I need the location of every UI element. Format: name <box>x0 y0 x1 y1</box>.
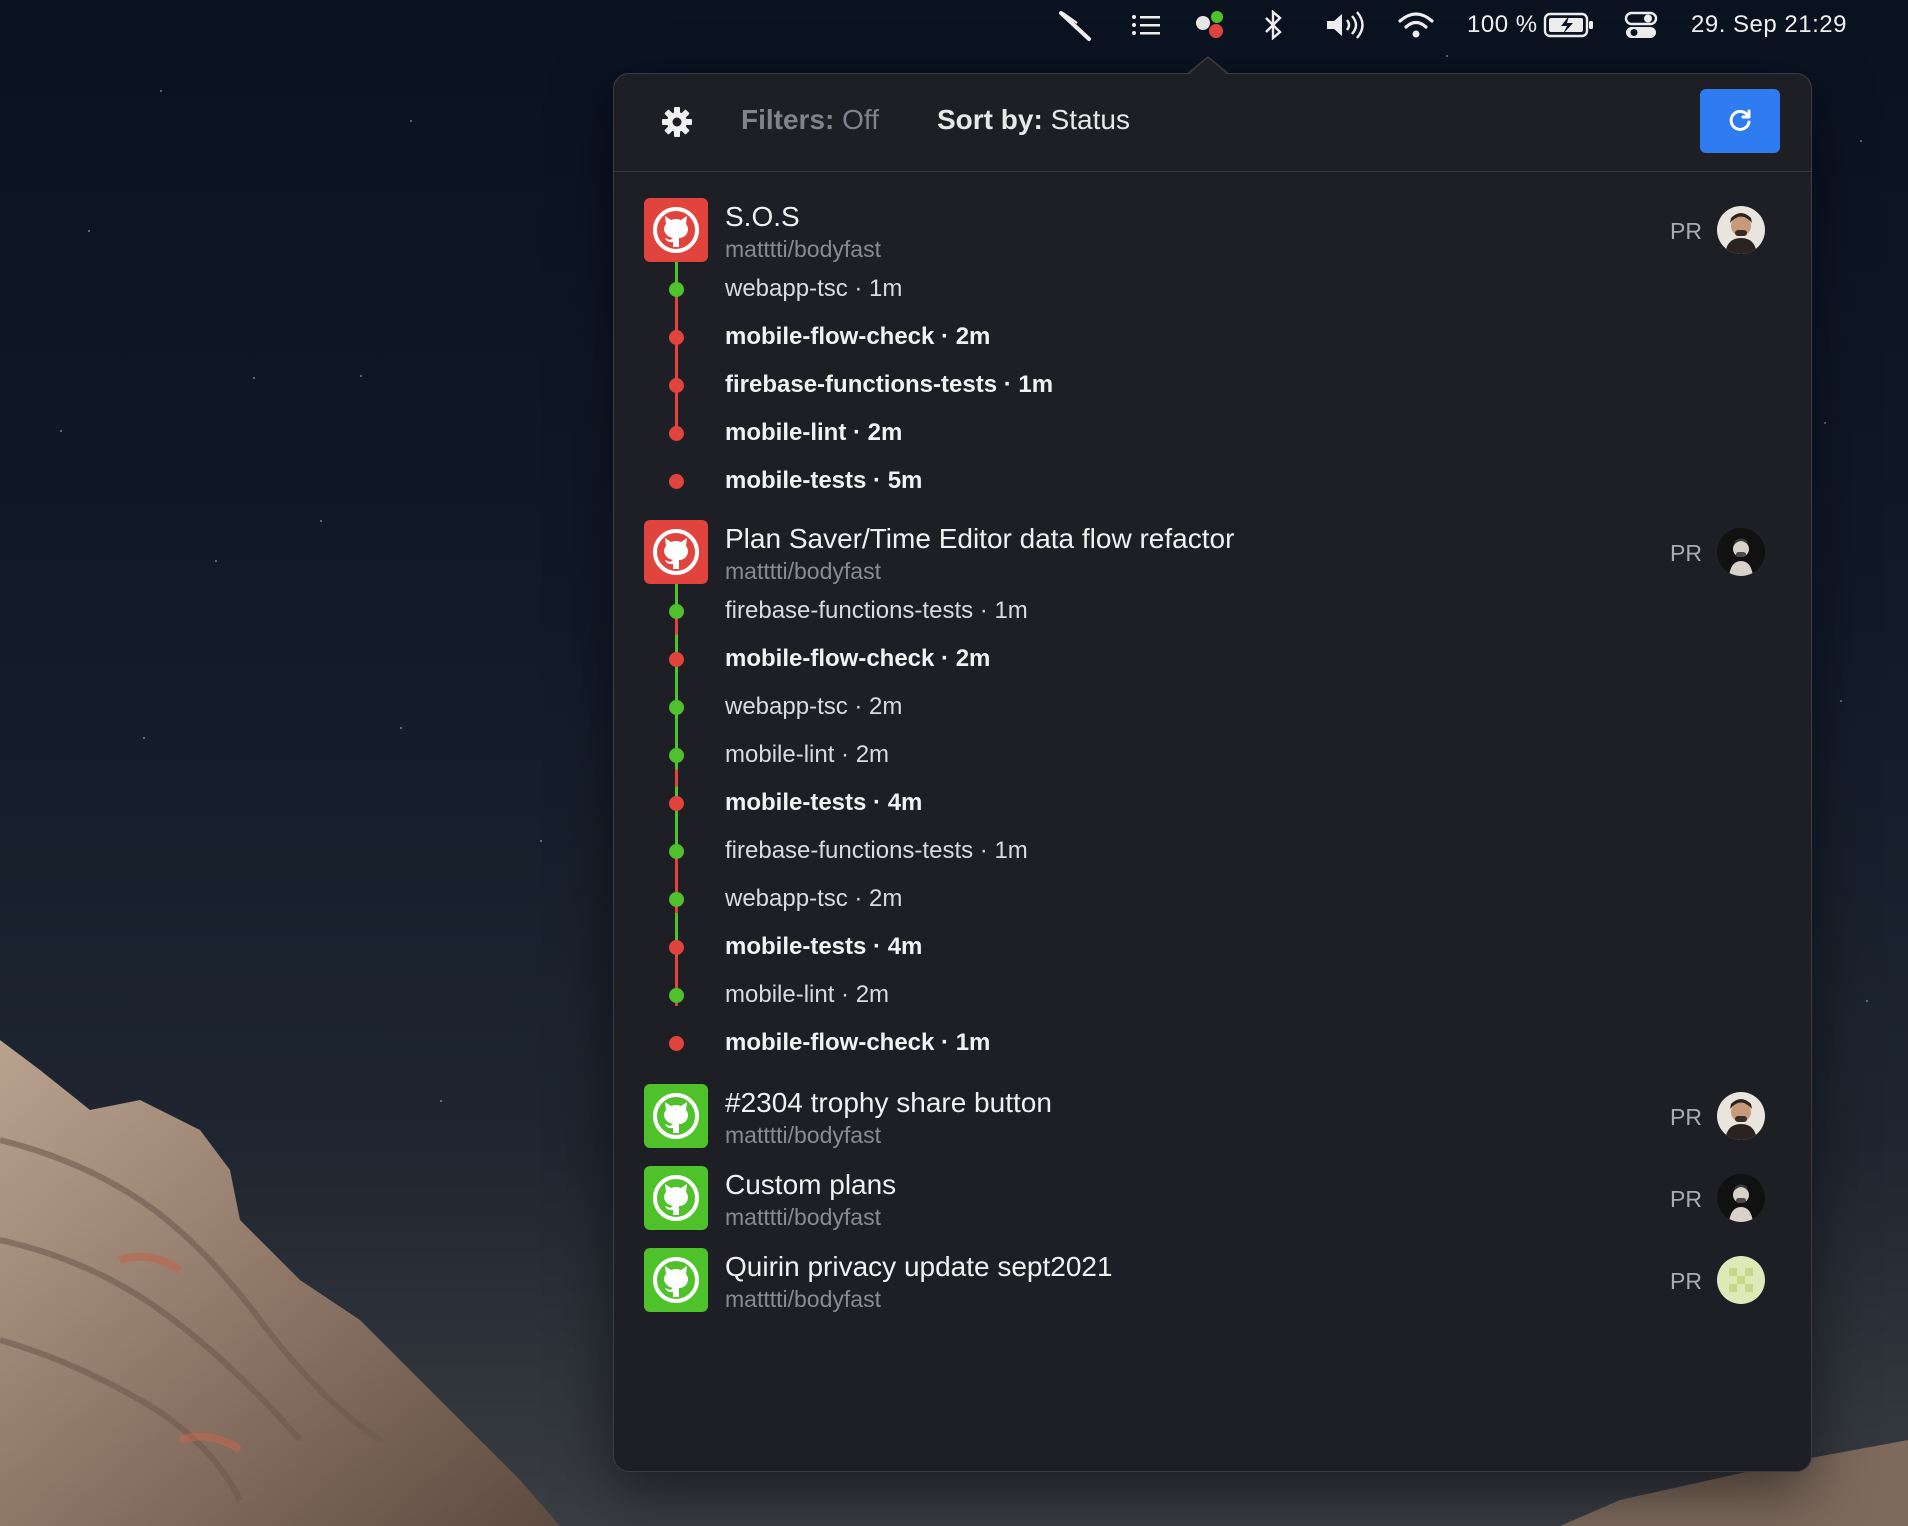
check-row[interactable]: mobile-lint · 2m <box>614 410 1811 458</box>
pr-title: Plan Saver/Time Editor data flow refacto… <box>725 523 1235 554</box>
check-row[interactable]: mobile-flow-check · 2m <box>614 314 1811 362</box>
pr-badge: PR <box>1670 1268 1702 1294</box>
pr-repo: matttti/bodyfast <box>725 1122 881 1148</box>
sort-value: Status <box>1050 104 1130 135</box>
check-label: mobile-lint · 2m <box>725 419 903 446</box>
github-icon <box>644 1084 708 1148</box>
menu-bar: 100 % 29. Sep 21:29 <box>0 0 1908 50</box>
check-label: mobile-tests · 5m <box>725 467 923 494</box>
check-row[interactable]: firebase-functions-tests · 1m <box>614 362 1811 410</box>
pr-badge: PR <box>1670 540 1702 566</box>
status-dot <box>669 748 684 763</box>
check-label: mobile-lint · 2m <box>725 741 890 768</box>
status-dot <box>669 426 684 441</box>
status-dot <box>669 378 684 393</box>
check-row[interactable]: mobile-lint · 2m <box>614 732 1811 780</box>
status-dot <box>669 652 684 667</box>
filters-toggle[interactable]: Filters: Off <box>741 104 879 136</box>
check-label: mobile-flow-check · 2m <box>725 323 991 350</box>
rock-formation <box>0 1040 560 1526</box>
gear-icon[interactable] <box>660 105 694 139</box>
pr-repo: matttti/bodyfast <box>725 558 881 584</box>
clock[interactable]: 29. Sep 21:29 <box>1691 0 1847 50</box>
status-dot <box>669 844 684 859</box>
battery-icon[interactable] <box>1543 0 1595 50</box>
pr-title: Quirin privacy update sept2021 <box>725 1251 1113 1282</box>
status-dot <box>669 330 684 345</box>
status-dots-icon[interactable] <box>1193 0 1229 50</box>
feather-icon[interactable] <box>1057 0 1093 50</box>
pr-badge: PR <box>1670 218 1702 244</box>
pr-title: Custom plans <box>725 1169 897 1200</box>
pr-badge: PR <box>1670 1186 1702 1212</box>
sort-label: Sort by: <box>937 104 1043 135</box>
avatar[interactable] <box>1717 206 1765 254</box>
check-label: webapp-tsc · 2m <box>725 693 903 720</box>
check-row[interactable]: mobile-tests · 4m <box>614 924 1811 972</box>
github-icon <box>644 1248 708 1312</box>
volume-icon[interactable] <box>1324 0 1364 50</box>
avatar[interactable] <box>1717 528 1765 576</box>
github-icon <box>644 198 708 262</box>
github-icon <box>644 1166 708 1230</box>
check-label: webapp-tsc · 1m <box>725 275 903 302</box>
list-icon[interactable] <box>1131 0 1161 50</box>
refresh-button[interactable] <box>1700 89 1780 153</box>
filters-value: Off <box>842 104 879 135</box>
toolbar: Filters: Off Sort by: Status <box>614 74 1811 172</box>
check-row[interactable]: firebase-functions-tests · 1m <box>614 828 1811 876</box>
filters-label: Filters: <box>741 104 835 135</box>
status-dot <box>669 282 684 297</box>
avatar[interactable] <box>1717 1092 1765 1140</box>
check-label: mobile-tests · 4m <box>725 789 923 816</box>
check-row[interactable]: mobile-tests · 4m <box>614 780 1811 828</box>
avatar[interactable] <box>1717 1174 1765 1222</box>
check-label: firebase-functions-tests · 1m <box>725 837 1028 864</box>
check-row[interactable]: webapp-tsc · 2m <box>614 684 1811 732</box>
check-label: mobile-flow-check · 1m <box>725 1029 991 1056</box>
refresh-icon <box>1729 109 1751 131</box>
pr-repo: matttti/bodyfast <box>725 1286 881 1312</box>
check-label: mobile-flow-check · 2m <box>725 645 991 672</box>
status-dot <box>669 604 684 619</box>
pr-title: S.O.S <box>725 201 800 232</box>
wifi-icon[interactable] <box>1398 0 1434 50</box>
check-row[interactable]: webapp-tsc · 2m <box>614 876 1811 924</box>
status-dot <box>669 988 684 1003</box>
status-dot <box>669 474 684 489</box>
check-label: webapp-tsc · 2m <box>725 885 903 912</box>
status-dot <box>669 892 684 907</box>
status-dot <box>669 1036 684 1051</box>
control-center-icon[interactable] <box>1624 0 1658 50</box>
check-label: firebase-functions-tests · 1m <box>725 597 1028 624</box>
popover-arrow-fill <box>1188 58 1228 75</box>
ci-status-popover: Filters: Off Sort by: Status S.O.S mattt… <box>613 73 1812 1472</box>
pr-badge: PR <box>1670 1104 1702 1130</box>
check-label: mobile-tests · 4m <box>725 933 923 960</box>
check-row[interactable]: webapp-tsc · 1m <box>614 266 1811 314</box>
battery-percent: 100 % <box>1467 11 1538 38</box>
sort-selector[interactable]: Sort by: Status <box>937 104 1130 136</box>
github-icon <box>644 520 708 584</box>
status-dot <box>669 700 684 715</box>
check-label: mobile-lint · 2m <box>725 981 890 1008</box>
bluetooth-icon[interactable] <box>1262 0 1284 50</box>
pr-title: #2304 trophy share button <box>725 1087 1052 1118</box>
status-dot <box>669 940 684 955</box>
pr-repo: matttti/bodyfast <box>725 236 881 262</box>
check-row[interactable]: mobile-flow-check · 1m <box>614 1020 1811 1068</box>
pr-repo: matttti/bodyfast <box>725 1204 881 1230</box>
check-row[interactable]: mobile-tests · 5m <box>614 458 1811 506</box>
check-row[interactable]: mobile-lint · 2m <box>614 972 1811 1020</box>
avatar[interactable] <box>1717 1256 1765 1304</box>
check-row[interactable]: firebase-functions-tests · 1m <box>614 588 1811 636</box>
status-dot <box>669 796 684 811</box>
check-label: firebase-functions-tests · 1m <box>725 371 1054 398</box>
check-row[interactable]: mobile-flow-check · 2m <box>614 636 1811 684</box>
